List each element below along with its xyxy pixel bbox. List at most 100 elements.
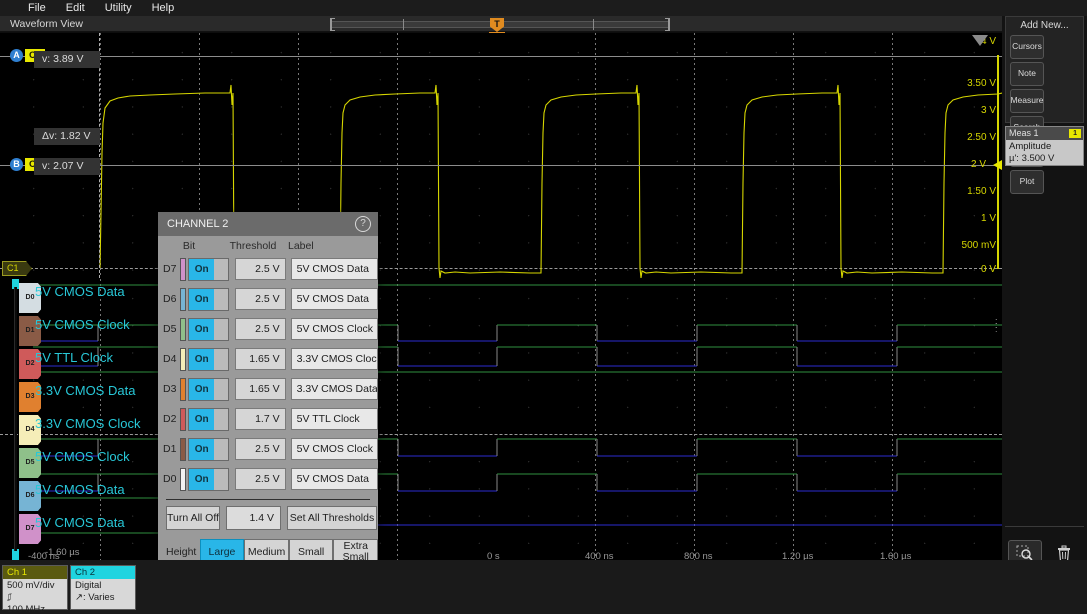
- channel2-threshold: ↗: Varies: [75, 592, 131, 604]
- label-field[interactable]: 5V CMOS Clock: [291, 438, 378, 460]
- digital-label-d0[interactable]: 5V CMOS Data: [35, 284, 125, 299]
- dialog-title: CHANNEL 2: [167, 212, 228, 236]
- digital-label-d3[interactable]: 3.3V CMOS Data: [35, 383, 135, 398]
- digital-label-d1[interactable]: 5V CMOS Clock: [35, 317, 130, 332]
- label-field[interactable]: 5V CMOS Data: [291, 288, 378, 310]
- bit-name: D7: [163, 263, 180, 275]
- label-field[interactable]: 5V CMOS Data: [291, 468, 378, 490]
- bit-name: D4: [163, 353, 180, 365]
- bit-row: D3 On 1.65 V 3.3V CMOS Data: [158, 374, 378, 404]
- label-field[interactable]: 3.3V CMOS Data: [291, 378, 378, 400]
- oscilloscope-app: File Edit Utility Help Waveform View T T: [0, 0, 1087, 614]
- bit-color-swatch: [180, 438, 186, 461]
- bit-color-swatch: [180, 468, 186, 491]
- toggle-knob: [214, 289, 228, 310]
- digital-label-d4[interactable]: 3.3V CMOS Clock: [35, 416, 140, 431]
- channel1-position-arrow[interactable]: [993, 160, 1002, 170]
- bit-row: D6 On 2.5 V 5V CMOS Data: [158, 284, 378, 314]
- measurement-source-chip: 1: [1069, 129, 1081, 138]
- bit-toggle[interactable]: On: [188, 348, 229, 371]
- measurement-badge[interactable]: Meas 1 1 Amplitude µ': 3.500 V: [1005, 126, 1084, 166]
- bit-toggle[interactable]: On: [188, 438, 229, 461]
- menu-item-help[interactable]: Help: [142, 0, 185, 16]
- threshold-field[interactable]: 2.5 V: [235, 438, 286, 460]
- bit-toggle[interactable]: On: [188, 318, 229, 341]
- bit-row: D5 On 2.5 V 5V CMOS Clock: [158, 314, 378, 344]
- add-measure-button[interactable]: Measure: [1010, 89, 1044, 113]
- overview-left-handle[interactable]: [330, 18, 335, 31]
- bit-toggle[interactable]: On: [188, 258, 229, 281]
- menu-item-edit[interactable]: Edit: [56, 0, 95, 16]
- threshold-field[interactable]: 2.5 V: [235, 318, 286, 340]
- label-field[interactable]: 5V CMOS Clock: [291, 318, 378, 340]
- channel1-badge[interactable]: Ch 1 500 mV/div ⎎ 100 MHz: [2, 565, 68, 610]
- all-threshold-field[interactable]: 1.4 V: [226, 506, 281, 530]
- measurement-body: Amplitude µ': 3.500 V: [1006, 140, 1083, 166]
- help-icon[interactable]: ?: [355, 216, 371, 232]
- bit-color-swatch: [180, 318, 186, 341]
- cursor-b-readout: v: 2.07 V: [34, 158, 100, 175]
- digital-label-d2[interactable]: 5V TTL Clock: [35, 350, 113, 365]
- threshold-field[interactable]: 2.5 V: [235, 468, 286, 490]
- add-cursors-button[interactable]: Cursors: [1010, 35, 1044, 59]
- label-field[interactable]: 5V CMOS Data: [291, 258, 378, 280]
- threshold-field[interactable]: 2.5 V: [235, 258, 286, 280]
- cursor-vertical-line[interactable]: [99, 33, 100, 278]
- bit-toggle[interactable]: On: [188, 408, 229, 431]
- threshold-field[interactable]: 1.65 V: [235, 378, 286, 400]
- channel2-badge[interactable]: Ch 2 Digital ↗: Varies: [70, 565, 136, 610]
- menu-item-utility[interactable]: Utility: [95, 0, 142, 16]
- digital-waveform-area[interactable]: D0 5V CMOS Data D1 5V CMOS Clock D2 5V T…: [0, 279, 1002, 560]
- digital-label-d6[interactable]: 5V CMOS Data: [35, 482, 125, 497]
- vaxis-label: 3.50 V: [967, 78, 996, 89]
- measurement-type: Amplitude: [1009, 141, 1080, 153]
- add-plot-button[interactable]: Plot: [1010, 170, 1044, 194]
- channel2-badge-body: Digital ↗: Varies: [71, 579, 135, 605]
- threshold-field[interactable]: 1.65 V: [235, 348, 286, 370]
- bit-row: D4 On 1.65 V 3.3V CMOS Clock: [158, 344, 378, 374]
- label-field[interactable]: 5V TTL Clock: [291, 408, 378, 430]
- label-field[interactable]: 3.3V CMOS Clock: [291, 348, 378, 370]
- digital-label-d5[interactable]: 5V CMOS Clock: [35, 449, 130, 464]
- dialog-column-headers: Bit Threshold Label: [158, 236, 378, 254]
- turn-all-off-button[interactable]: Turn All Off: [166, 506, 220, 530]
- bit-color-swatch: [180, 288, 186, 311]
- bit-row: D7 On 2.5 V 5V CMOS Data: [158, 254, 378, 284]
- set-all-thresholds-button[interactable]: Set All Thresholds: [287, 506, 377, 530]
- column-header-threshold: Threshold: [220, 240, 282, 252]
- bit-toggle[interactable]: On: [188, 378, 229, 401]
- channel1-bandwidth: 100 MHz: [7, 604, 63, 614]
- bit-toggle[interactable]: On: [188, 468, 229, 491]
- threshold-field[interactable]: 2.5 V: [235, 288, 286, 310]
- digital-label-d7[interactable]: 5V CMOS Data: [35, 515, 125, 530]
- bit-toggle-state: On: [189, 289, 214, 310]
- vaxis-label: 1 V: [981, 213, 996, 224]
- dialog-titlebar: CHANNEL 2 ?: [158, 212, 378, 236]
- analog-waveform-area[interactable]: A C1 B C1 v: 3.89 V Δv: 1.82 V v: 2.07 V…: [0, 33, 1002, 278]
- toggle-knob: [214, 379, 228, 400]
- add-note-button[interactable]: Note: [1010, 62, 1044, 86]
- cursor-b-line[interactable]: [0, 165, 1002, 166]
- cursor-a-line[interactable]: [0, 56, 1002, 57]
- collapse-arrow-icon[interactable]: [972, 35, 988, 47]
- bit-color-swatch: [180, 408, 186, 431]
- channel1-badge-title: Ch 1: [3, 566, 67, 579]
- channel1-waveform: [0, 33, 1002, 278]
- time-axis-label: 1.20 µs: [782, 551, 813, 560]
- channel1-marker-badge[interactable]: C1: [2, 261, 32, 276]
- threshold-field[interactable]: 1.7 V: [235, 408, 286, 430]
- bit-toggle-state: On: [189, 319, 214, 340]
- plot-area: A C1 B C1 v: 3.89 V Δv: 1.82 V v: 2.07 V…: [0, 33, 1002, 560]
- digital-resize-handle[interactable]: :::: [995, 319, 1000, 331]
- bit-toggle[interactable]: On: [188, 288, 229, 311]
- overview-right-handle[interactable]: [665, 18, 670, 31]
- bit-toggle-state: On: [189, 349, 214, 370]
- bit-toggle-state: On: [189, 379, 214, 400]
- channel2-dialog[interactable]: CHANNEL 2 ? Bit Threshold Label D7 On 2.…: [158, 212, 378, 560]
- toggle-knob: [214, 409, 228, 430]
- toggle-knob: [214, 349, 228, 370]
- menu-bar: File Edit Utility Help: [0, 0, 1087, 16]
- dialog-divider: [166, 499, 370, 500]
- bit-name: D2: [163, 413, 180, 425]
- menu-item-file[interactable]: File: [18, 0, 56, 16]
